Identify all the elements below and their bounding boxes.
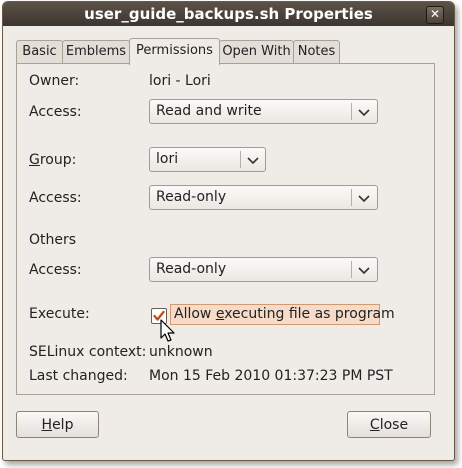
owner-label: Owner: [29,73,80,89]
group-access-dropdown[interactable]: Read-only [149,185,378,210]
dropdown-separator [351,103,352,120]
owner-value: lori - Lori [149,73,211,89]
selinux-value: unknown [149,344,213,360]
owner-access-dropdown[interactable]: Read and write [149,99,378,124]
chevron-down-icon [358,109,370,117]
group-value: lori [156,151,179,167]
group-access-label: Access: [29,190,82,206]
window-close-button[interactable]: ✕ [426,6,444,24]
chevron-down-icon [247,157,259,165]
window-title: user_guide_backups.sh Properties [84,5,373,23]
chevron-down-icon [358,195,370,203]
owner-access-label: Access: [29,104,82,120]
others-access-label: Access: [29,262,82,278]
dropdown-separator [351,189,352,206]
owner-access-value: Read and write [156,103,262,119]
tab-permissions[interactable]: Permissions [129,38,220,65]
others-access-dropdown[interactable]: Read-only [149,257,378,282]
title-bar[interactable]: user_guide_backups.sh Properties ✕ [3,2,454,26]
last-changed-value: Mon 15 Feb 2010 01:37:23 PM PST [149,368,393,384]
selinux-label: SELinux context: [29,344,147,360]
tab-basic[interactable]: Basic [16,40,63,63]
tab-notes[interactable]: Notes [293,40,340,63]
others-heading: Others [29,232,77,248]
dropdown-separator [240,151,241,168]
dropdown-separator [351,261,352,278]
chevron-down-icon [358,267,370,275]
help-button[interactable]: Help [16,411,99,438]
group-label: Group: [29,152,77,168]
group-access-value: Read-only [156,189,227,205]
mouse-pointer-icon [160,319,175,342]
close-button[interactable]: Close [347,411,431,438]
group-dropdown[interactable]: lori [149,147,266,172]
execute-label: Execute: [29,306,90,322]
tab-open-with[interactable]: Open With [219,40,294,63]
execute-option-label[interactable]: Allow executing file as program [170,304,395,325]
others-access-value: Read-only [156,261,227,277]
properties-dialog: user_guide_backups.sh Properties ✕ Basic… [2,1,455,461]
tab-emblems[interactable]: Emblems [62,40,130,63]
last-changed-label: Last changed: [29,368,128,384]
